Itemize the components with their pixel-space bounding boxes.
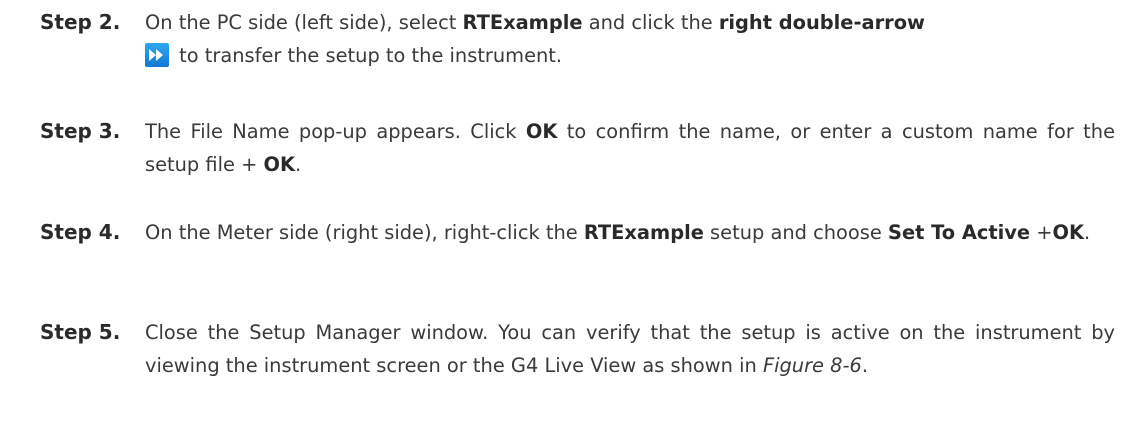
- step-text-part: On the PC side (left side), select: [145, 11, 463, 34]
- figure-reference: Figure 8-6: [762, 354, 862, 377]
- bold-text: RTExample: [462, 11, 583, 34]
- fast-forward-icon: [145, 43, 169, 67]
- step-text-part: .: [861, 354, 868, 377]
- step-text-part: .: [1084, 221, 1091, 244]
- step-text-part: and click the: [582, 11, 719, 34]
- step-text: On the Meter side (right side), right-cl…: [145, 216, 1115, 249]
- bold-text: right double-arrow: [718, 11, 925, 34]
- step-label: Step 5.: [40, 320, 121, 344]
- step-text: The File Name pop-up appears. Click OK t…: [145, 115, 1115, 181]
- step-text-part: to transfer the setup to the instrument.: [173, 44, 563, 67]
- step-label: Step 2.: [40, 10, 121, 34]
- bold-text: OK: [263, 153, 296, 176]
- bold-text: OK: [1052, 221, 1084, 244]
- bold-text: OK: [525, 120, 558, 143]
- bold-text: Set To Active: [887, 221, 1031, 244]
- step-label: Step 4.: [40, 220, 121, 244]
- bold-text: RTExample: [583, 221, 704, 244]
- step-text: On the PC side (left side), select RTExa…: [145, 6, 1115, 72]
- step-label: Step 3.: [40, 119, 121, 143]
- step-text-part: On the Meter side (right side), right-cl…: [145, 221, 584, 244]
- step-text-part: .: [295, 153, 302, 176]
- step-text-part: setup and choose: [703, 221, 888, 244]
- step-text-part: Close the Setup Manager window. You can …: [145, 321, 1115, 377]
- step-text-part: +: [1030, 221, 1053, 244]
- step-text: Close the Setup Manager window. You can …: [145, 316, 1115, 382]
- step-text-part: The File Name pop-up appears. Click: [145, 120, 526, 143]
